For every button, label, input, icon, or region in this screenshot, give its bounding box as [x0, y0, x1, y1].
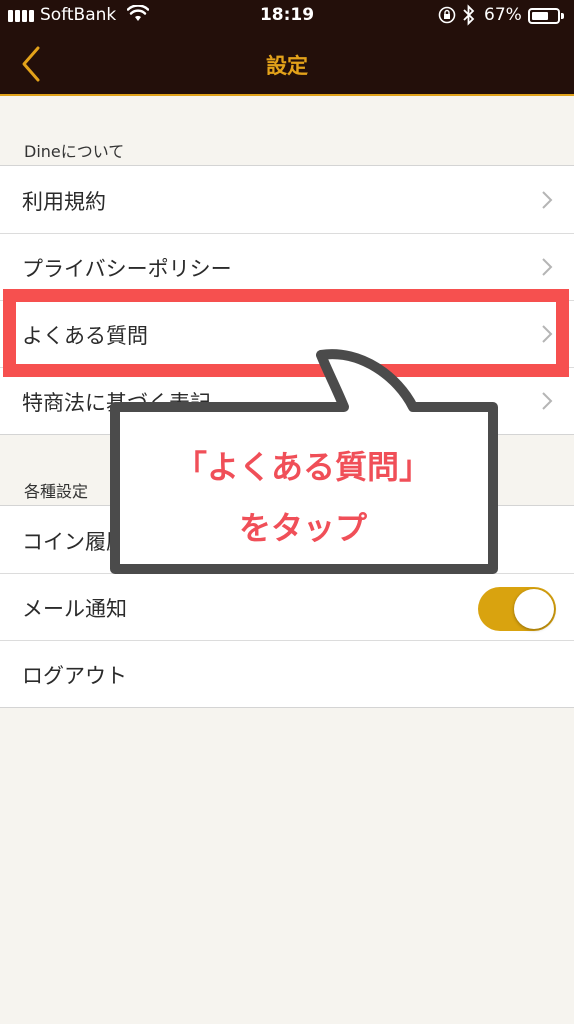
row-label: ログアウト: [22, 664, 127, 688]
row-faq[interactable]: よくある質問: [0, 300, 574, 367]
battery-percent: 67%: [484, 5, 522, 25]
page-title: 設定: [266, 54, 308, 78]
bluetooth-icon: [463, 4, 475, 26]
section-header-settings: 各種設定: [24, 482, 89, 501]
chevron-right-icon: [542, 325, 553, 343]
mail-notification-toggle[interactable]: [478, 587, 556, 631]
row-mail-notification: メール通知: [0, 573, 574, 640]
row-terms[interactable]: 利用規約: [0, 166, 574, 233]
rotation-lock-icon: [438, 6, 456, 24]
row-logout[interactable]: ログアウト: [0, 640, 574, 707]
row-label: メール通知: [22, 597, 127, 621]
battery-icon: [528, 8, 564, 24]
callout-text-line1: 「よくある質問」: [174, 448, 431, 486]
settings-group-general: コイン履歴 メール通知 ログアウト: [0, 505, 574, 708]
header: SoftBank 18:19 67% 設定: [0, 0, 574, 96]
row-commercial-law[interactable]: 特商法に基づく表記: [0, 367, 574, 434]
status-bar: SoftBank 18:19 67%: [0, 0, 574, 32]
row-label: 特商法に基づく表記: [22, 391, 211, 415]
settings-group-about: 利用規約 プライバシーポリシー よくある質問 特商法に基づく表記: [0, 165, 574, 435]
chevron-right-icon: [542, 258, 553, 276]
row-label: コイン履歴: [22, 530, 127, 554]
toggle-knob: [514, 589, 554, 629]
battery-fill: [532, 12, 548, 20]
row-coin-history[interactable]: コイン履歴: [0, 506, 574, 573]
section-header-about: Dineについて: [24, 142, 125, 161]
row-label: よくある質問: [22, 324, 148, 348]
row-privacy-policy[interactable]: プライバシーポリシー: [0, 233, 574, 300]
chevron-right-icon: [542, 191, 553, 209]
chevron-right-icon: [542, 392, 553, 410]
row-label: 利用規約: [22, 190, 106, 214]
row-label: プライバシーポリシー: [22, 257, 232, 281]
